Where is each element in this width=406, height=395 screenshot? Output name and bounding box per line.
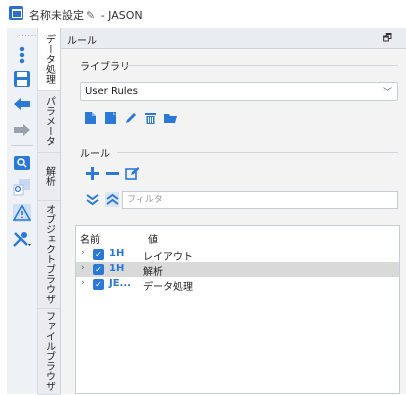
tree-row[interactable]: › ✓ JE... データ処理	[76, 277, 399, 293]
undo-button[interactable]	[11, 93, 33, 115]
library-select-value: User Rules	[85, 86, 138, 97]
document-name: 名称未設定	[29, 9, 84, 22]
save-button[interactable]	[11, 68, 33, 90]
open-library-button[interactable]	[103, 111, 117, 125]
expand-all-button[interactable]	[85, 192, 99, 206]
library-group-label: ライブラリ	[80, 62, 130, 73]
tab-analysis[interactable]: 解析	[38, 152, 60, 201]
tab-file-browser[interactable]: ファイルブラウザ	[38, 308, 60, 395]
expand-caret-icon[interactable]: ›	[81, 263, 85, 273]
app-name: - JASON	[97, 9, 143, 22]
rule-name: 1H	[109, 248, 125, 259]
app-icon	[9, 6, 23, 20]
library-group-divider	[127, 65, 398, 66]
edit-box-icon	[125, 166, 139, 180]
rule-name: 1H	[109, 263, 125, 274]
rule-value: データ処理	[143, 282, 193, 293]
tools-button[interactable]	[11, 228, 33, 250]
pencil-edit-icon	[125, 113, 136, 123]
minus-icon	[106, 171, 119, 175]
delete-library-button[interactable]	[143, 111, 157, 125]
tree-row[interactable]: › ✓ 1H 解析	[76, 262, 399, 278]
dock-icon[interactable]: 🗗	[383, 31, 392, 48]
zoom-region-button[interactable]	[11, 176, 33, 198]
rules-panel: ルール 🗗 ライブラリ User Rules ﹀ ルール フィルタ 名前 値 ›…	[61, 28, 406, 394]
rule-checkbox[interactable]: ✓	[93, 264, 104, 275]
trash-icon	[144, 113, 156, 124]
document-icon	[104, 112, 116, 124]
library-actions	[83, 111, 177, 125]
toolbar-grip[interactable]: ······	[18, 32, 37, 40]
add-rule-button[interactable]	[85, 166, 99, 180]
warnings-button[interactable]	[11, 202, 33, 224]
new-document-icon	[84, 112, 96, 124]
tools-icon	[13, 232, 31, 247]
filter-field[interactable]	[122, 191, 398, 209]
undo-arrow-icon	[14, 98, 30, 110]
window-title: 名称未設定 ✎ - JASON	[29, 7, 143, 23]
tab-object-browser[interactable]: オブジェクトブラウザ	[38, 200, 60, 309]
remove-rule-button[interactable]	[105, 166, 119, 180]
chevron-down-icon: ﹀	[382, 88, 392, 98]
pencil-icon: ✎	[86, 9, 96, 22]
rule-value: 解析	[143, 267, 163, 278]
expand-caret-icon[interactable]: ›	[81, 248, 85, 258]
expand-collapse-actions	[85, 191, 119, 207]
edit-rule-button[interactable]	[125, 166, 139, 180]
rules-tree: 名前 値 › ✓ 1H レイアウト › ✓ 1H 解析 › ✓ JE... デー…	[75, 225, 400, 394]
double-chevron-down-icon	[86, 193, 99, 205]
plus-icon	[86, 166, 99, 180]
redo-button[interactable]	[11, 119, 33, 141]
rules-group-divider	[117, 152, 398, 153]
library-select[interactable]: User Rules ﹀	[80, 82, 398, 101]
magnifier-box-icon	[14, 156, 30, 170]
more-options-button[interactable]	[11, 44, 33, 66]
redo-arrow-icon	[14, 124, 30, 136]
zoom-region-icon	[13, 179, 30, 196]
folder-icon	[164, 114, 177, 123]
rule-actions	[85, 166, 139, 180]
folder-library-button[interactable]	[163, 111, 177, 125]
new-library-button[interactable]	[83, 111, 97, 125]
edit-library-button[interactable]	[123, 111, 137, 125]
vertical-ellipsis-icon	[19, 46, 25, 64]
column-header-value[interactable]: 値	[148, 231, 158, 246]
panel-header: ルール 🗗	[61, 28, 406, 49]
tab-data-processing[interactable]: データ処理	[38, 28, 60, 91]
rule-name: JE...	[109, 278, 131, 289]
double-chevron-up-icon	[105, 191, 119, 207]
filter-input[interactable]	[123, 192, 397, 208]
warning-triangle-icon	[13, 204, 31, 222]
rules-group-label: ルール	[80, 149, 110, 160]
tree-row[interactable]: › ✓ 1H レイアウト	[76, 247, 399, 263]
expand-caret-icon[interactable]: ›	[81, 278, 85, 288]
title-bar: 名称未設定 ✎ - JASON	[0, 0, 406, 28]
save-icon	[14, 71, 30, 87]
left-toolbar: ······	[7, 28, 38, 394]
inspect-button[interactable]	[11, 152, 33, 174]
rule-value: レイアウト	[143, 252, 193, 263]
panel-title: ルール	[67, 36, 97, 47]
rule-checkbox[interactable]: ✓	[93, 279, 104, 290]
vertical-tab-strip: データ処理 パラメータ 解析 オブジェクトブラウザ ファイルブラウザ	[38, 28, 61, 395]
tab-parameters[interactable]: パラメータ	[38, 90, 60, 153]
collapse-all-button[interactable]	[105, 191, 119, 207]
toolbar-separator	[11, 145, 33, 146]
rule-checkbox[interactable]: ✓	[93, 249, 104, 260]
column-header-name[interactable]: 名前	[80, 231, 100, 246]
